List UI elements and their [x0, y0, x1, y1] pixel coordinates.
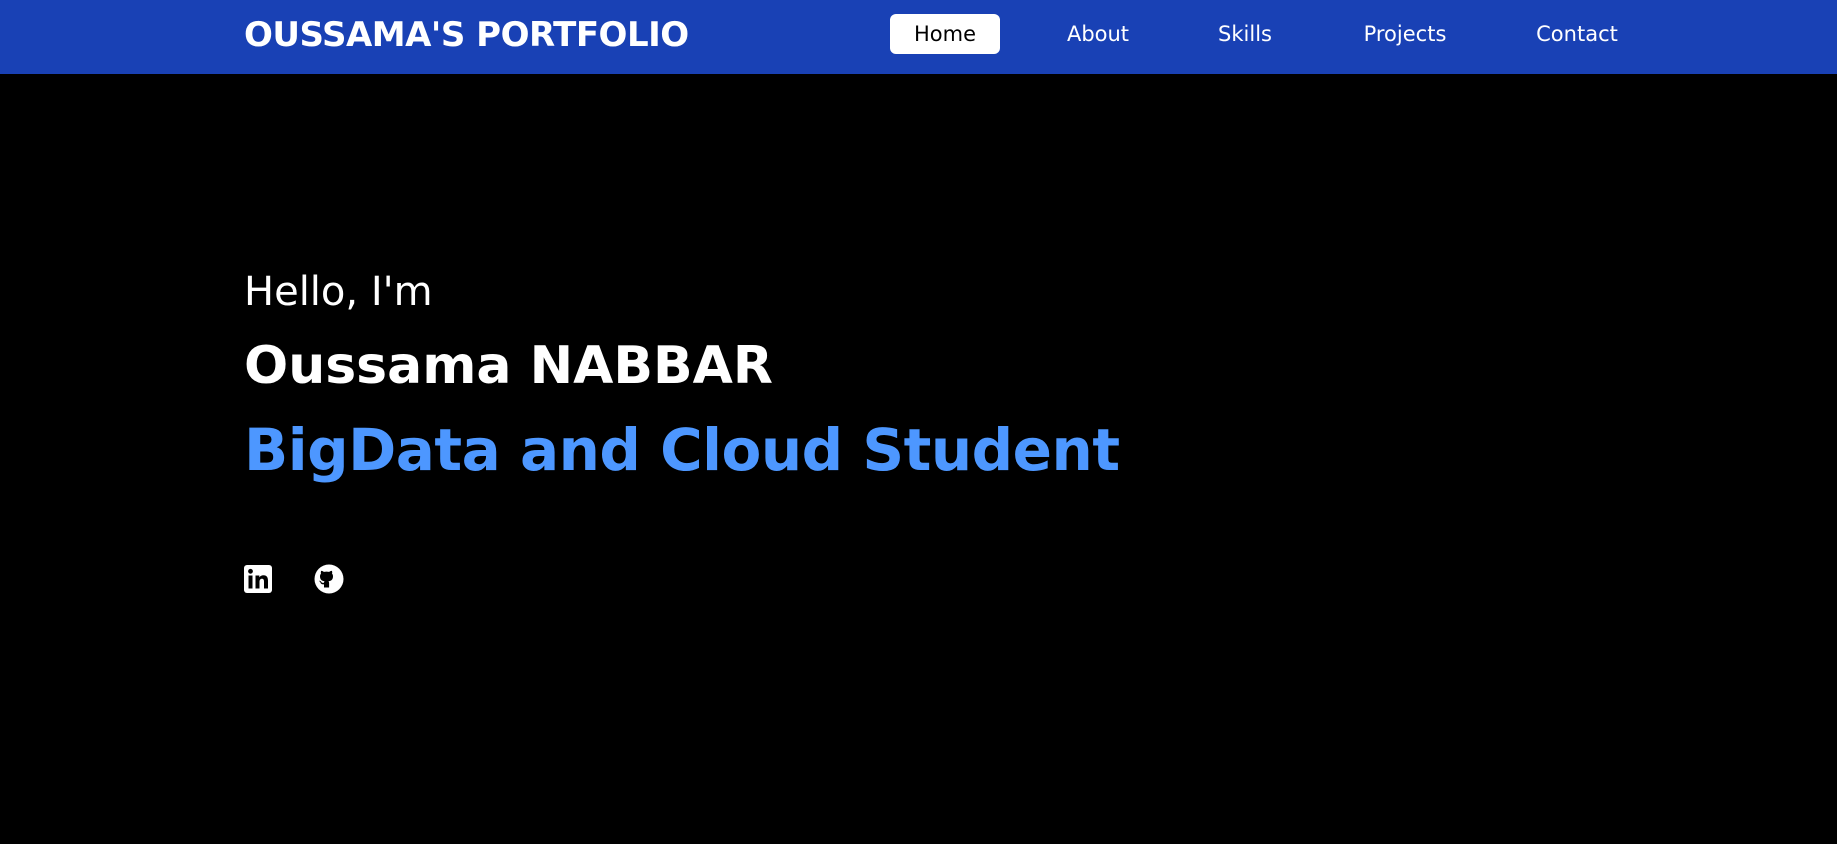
- nav-about[interactable]: About: [1058, 14, 1138, 54]
- top-navbar: OUSSAMA'S PORTFOLIO Home About Skills Pr…: [0, 0, 1837, 74]
- linkedin-link[interactable]: [243, 564, 273, 594]
- github-link[interactable]: [314, 564, 344, 594]
- nav-projects[interactable]: Projects: [1355, 14, 1455, 54]
- portfolio-page: OUSSAMA'S PORTFOLIO Home About Skills Pr…: [0, 0, 1837, 844]
- hero-name: Oussama NABBAR: [244, 336, 773, 396]
- hero-greeting: Hello, I'm: [244, 269, 433, 315]
- site-brand[interactable]: OUSSAMA'S PORTFOLIO: [244, 14, 689, 56]
- nav-skills[interactable]: Skills: [1210, 14, 1280, 54]
- linkedin-icon: [243, 564, 273, 594]
- github-icon: [314, 564, 344, 594]
- hero-role: BigData and Cloud Student: [244, 416, 1120, 484]
- nav-contact[interactable]: Contact: [1525, 14, 1629, 54]
- nav-home[interactable]: Home: [890, 14, 1000, 54]
